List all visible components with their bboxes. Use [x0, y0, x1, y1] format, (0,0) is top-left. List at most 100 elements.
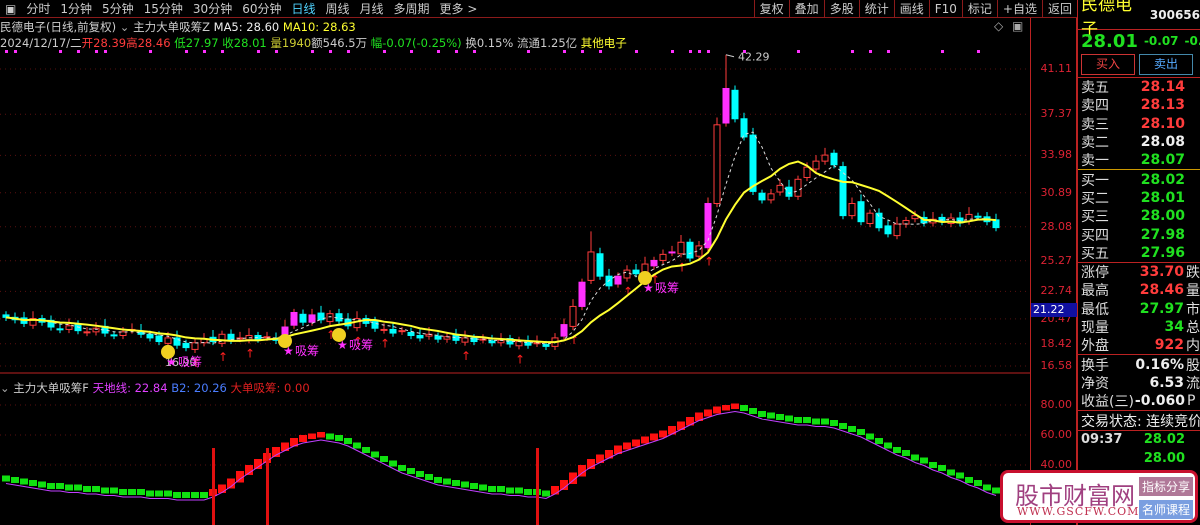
- indicator-dropdown-icon[interactable]: ⌄: [120, 20, 130, 34]
- toolbar-action[interactable]: 画线: [893, 0, 929, 18]
- sub-bar: [38, 481, 46, 488]
- toolbar-action[interactable]: 标记: [961, 0, 997, 18]
- trade-status: 交易状态: 连续竞价: [1081, 413, 1200, 430]
- period-tab[interactable]: 1分钟: [55, 0, 97, 17]
- sell-button[interactable]: 卖出: [1139, 54, 1193, 75]
- toolbar-action[interactable]: 叠加: [788, 0, 824, 18]
- quote-row: 卖五 28.14: [1078, 78, 1200, 96]
- quote-value: 28.07: [1140, 152, 1185, 169]
- turnover: 换0.15%: [465, 36, 514, 50]
- toolbar-action[interactable]: 复权: [753, 0, 789, 18]
- quote-label: 外盘: [1081, 338, 1109, 355]
- sub-dropdown-icon[interactable]: ⌄: [0, 381, 10, 395]
- sub-bar: [974, 480, 982, 486]
- sub-bar: [857, 429, 865, 435]
- toolbar-action[interactable]: 统计: [858, 0, 894, 18]
- sub-bar: [299, 435, 307, 442]
- quote-row: 涨停 33.70 跌: [1078, 263, 1200, 281]
- sub-bar: [749, 408, 757, 414]
- period-tab[interactable]: 日线: [286, 0, 320, 17]
- high: 高28.46: [126, 36, 171, 50]
- price-axis: 41.11 37.37 33.98 30.89 28.08 25.27 22.74 20.47…: [1030, 18, 1077, 525]
- quote-row: 买二 28.01: [1078, 189, 1200, 207]
- candle: [668, 251, 676, 254]
- period-tab[interactable]: 周线: [321, 0, 355, 17]
- candle: [812, 160, 820, 170]
- sub-bar: [992, 487, 1000, 494]
- period-tab[interactable]: 更多 >: [435, 0, 483, 17]
- period-tab[interactable]: 月线: [355, 0, 389, 17]
- quote-row: 卖三 28.10: [1078, 115, 1200, 133]
- candle: [722, 87, 730, 124]
- period-tab[interactable]: 15分钟: [139, 0, 188, 17]
- sub-tick: 60.00: [1040, 428, 1073, 441]
- period-tab[interactable]: 60分钟: [237, 0, 286, 17]
- quote-label: 涨停: [1081, 265, 1109, 282]
- signal-dot: [689, 50, 692, 53]
- candle: [416, 334, 424, 339]
- candle: [884, 225, 892, 235]
- indicator-name[interactable]: 主力大单吸筹Z: [133, 20, 210, 34]
- candle: [623, 269, 631, 279]
- big-order-spike: [212, 448, 215, 525]
- period-tab[interactable]: 分时: [21, 0, 55, 17]
- buy-button[interactable]: 买入: [1081, 54, 1135, 75]
- sub-indicator-name[interactable]: 主力大单吸筹F: [13, 381, 89, 395]
- sub-bar: [902, 450, 910, 456]
- candle: [821, 154, 829, 162]
- quote-row: 最高 28.46 量: [1078, 281, 1200, 299]
- layout-icon[interactable]: ▣: [1012, 19, 1023, 33]
- price-tick: 22.74: [1040, 284, 1073, 298]
- period-tab[interactable]: 30分钟: [188, 0, 237, 17]
- quote-row: 外盘 922 内: [1078, 336, 1200, 354]
- signal-dot: [887, 50, 890, 53]
- sub-bar: [929, 462, 937, 468]
- sub-bar: [155, 490, 163, 497]
- star-icon: ★: [166, 355, 177, 369]
- sector[interactable]: 其他电子: [581, 36, 627, 50]
- quote-value: 27.98: [1140, 226, 1185, 243]
- sub-bar: [830, 420, 838, 426]
- sub-bar: [20, 478, 28, 485]
- quote-value: 28.46: [1139, 282, 1184, 299]
- quote-row: 卖一 28.07: [1078, 151, 1200, 169]
- candle: [875, 212, 883, 229]
- sub-bar: [29, 480, 37, 486]
- sub-indicator-legend: ⌄ 主力大单吸筹F 天地线: 22.84 B2: 20.26 大单吸筹: 0.0…: [0, 380, 310, 396]
- watermark-tag2: 名师课程: [1139, 500, 1194, 519]
- tick-row: 09:37 28.02: [1078, 431, 1200, 449]
- sub-bar: [488, 486, 496, 492]
- candle: [335, 313, 343, 322]
- stock-code: 300656: [1149, 7, 1200, 22]
- panel-toggle-icon[interactable]: ▣: [0, 2, 21, 16]
- sub-bar: [821, 418, 829, 425]
- candle: [380, 328, 388, 331]
- sub-bar: [704, 409, 712, 417]
- sub-bar: [92, 486, 100, 492]
- period-tab[interactable]: 5分钟: [97, 0, 139, 17]
- period-tab[interactable]: 多周期: [389, 0, 435, 17]
- sub-bar: [497, 486, 505, 492]
- candle: [596, 253, 604, 277]
- sub-bar: [875, 438, 883, 444]
- sub-bar: [380, 456, 388, 462]
- close: 收28.01: [222, 36, 267, 50]
- sub-bar: [785, 415, 793, 422]
- star-icon: ★: [337, 338, 348, 352]
- diamond-icon[interactable]: ◇: [994, 19, 1003, 33]
- candle: [515, 341, 523, 347]
- signal-dot: [698, 50, 701, 53]
- sub-bar: [605, 450, 613, 459]
- quote-row: 买一 28.02: [1078, 170, 1200, 189]
- candle: [326, 313, 334, 323]
- toolbar-action[interactable]: 返回: [1041, 0, 1077, 18]
- sub-bar: [11, 477, 19, 483]
- sub-bar: [2, 475, 10, 482]
- toolbar-action[interactable]: 多股: [823, 0, 859, 18]
- toolbar-action[interactable]: +自选: [996, 0, 1042, 18]
- candle: [632, 269, 640, 275]
- kline-chart[interactable]: ↑ ↑ ↑↑ ↑ ↑↑ ↑↑↑↑↑ ↑42.2916.90吸筹★吸筹★ 吸筹★吸筹★: [0, 0, 1030, 525]
- candle: [776, 184, 784, 193]
- toolbar-action[interactable]: F10: [928, 0, 962, 18]
- quote-label: 换手: [1081, 357, 1109, 374]
